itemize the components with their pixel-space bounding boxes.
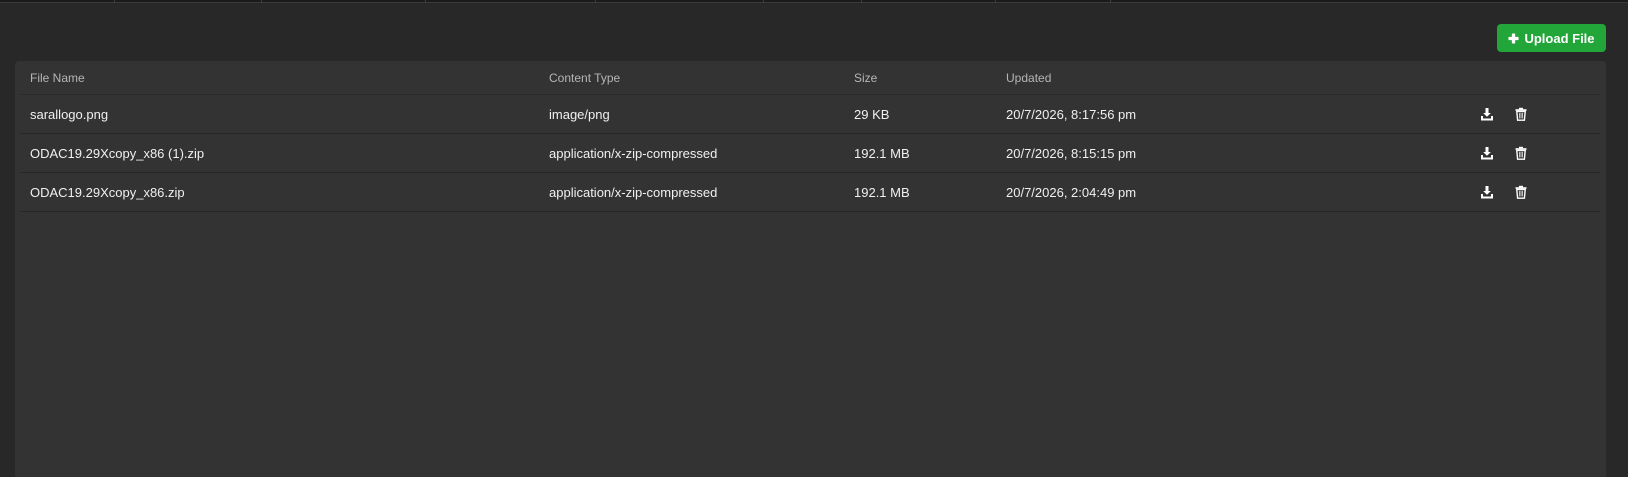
size-cell: 29 KB bbox=[854, 106, 890, 122]
updated-cell: 20/7/2026, 8:17:56 pm bbox=[1006, 106, 1137, 122]
download-icon[interactable] bbox=[1476, 173, 1498, 211]
content-type-cell: image/png bbox=[549, 106, 610, 122]
files-panel: File Name Content Type Size Updated sara… bbox=[15, 61, 1606, 477]
upload-file-label: Upload File bbox=[1524, 30, 1595, 46]
tab-divider bbox=[114, 0, 115, 3]
file-name-cell: sarallogo.png bbox=[30, 106, 109, 122]
tab-divider bbox=[1110, 0, 1111, 3]
file-name-cell: ODAC19.29Xcopy_x86 (1).zip bbox=[30, 145, 205, 161]
files-table: File Name Content Type Size Updated sara… bbox=[20, 61, 1600, 212]
trash-icon[interactable] bbox=[1510, 95, 1532, 133]
column-header-updated: Updated bbox=[1006, 70, 1052, 85]
updated-cell: 20/7/2026, 8:15:15 pm bbox=[1006, 145, 1137, 161]
content-type-cell: application/x-zip-compressed bbox=[549, 145, 718, 161]
trash-icon[interactable] bbox=[1510, 173, 1532, 211]
tab-divider bbox=[595, 0, 596, 3]
column-header-size: Size bbox=[854, 70, 878, 85]
table-row[interactable]: ODAC19.29Xcopy_x86 (1).zip application/x… bbox=[20, 134, 1600, 173]
download-icon[interactable] bbox=[1476, 134, 1498, 172]
table-row[interactable]: ODAC19.29Xcopy_x86.zip application/x-zip… bbox=[20, 173, 1600, 212]
table-header-row: File Name Content Type Size Updated bbox=[20, 61, 1600, 95]
plus-icon bbox=[1508, 32, 1520, 44]
size-cell: 192.1 MB bbox=[854, 145, 910, 161]
tab-divider bbox=[995, 0, 996, 3]
tab-divider bbox=[425, 0, 426, 3]
table-row[interactable]: sarallogo.png image/png 29 KB 20/7/2026,… bbox=[20, 95, 1600, 134]
content-type-cell: application/x-zip-compressed bbox=[549, 184, 718, 200]
column-header-content-type: Content Type bbox=[549, 70, 621, 85]
download-icon[interactable] bbox=[1476, 95, 1498, 133]
trash-icon[interactable] bbox=[1510, 134, 1532, 172]
upload-file-button[interactable]: Upload File bbox=[1497, 24, 1606, 52]
column-header-file-name: File Name bbox=[30, 70, 85, 85]
tab-divider bbox=[261, 0, 262, 3]
updated-cell: 20/7/2026, 2:04:49 pm bbox=[1006, 184, 1137, 200]
tab-divider bbox=[861, 0, 862, 3]
tab-divider bbox=[763, 0, 764, 3]
top-tab-strip bbox=[0, 0, 1628, 3]
size-cell: 192.1 MB bbox=[854, 184, 910, 200]
file-name-cell: ODAC19.29Xcopy_x86.zip bbox=[30, 184, 185, 200]
